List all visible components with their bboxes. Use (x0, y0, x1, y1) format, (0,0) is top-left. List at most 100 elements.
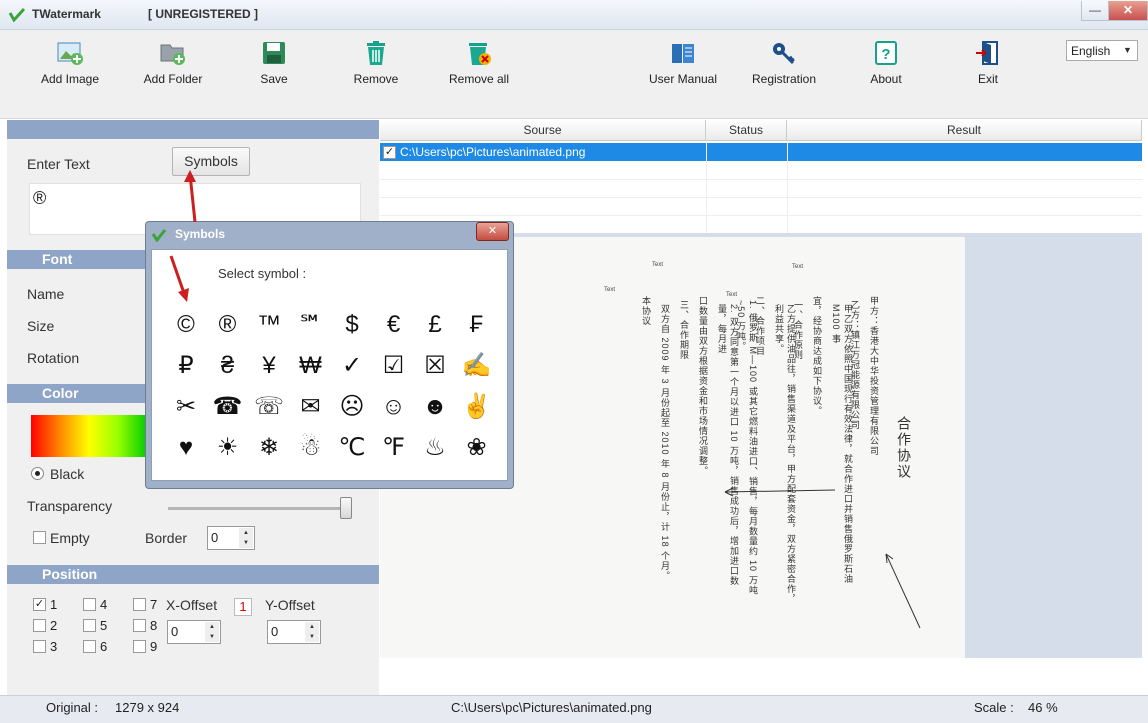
symbol-option[interactable]: ☑ (374, 348, 414, 384)
symbol-option[interactable]: ♥ (166, 430, 206, 466)
user-manual-button[interactable]: User Manual (638, 40, 728, 100)
symbol-option[interactable]: ☺ (374, 389, 414, 425)
column-header-status[interactable]: Status (706, 120, 787, 141)
watermark-text-mark: Text (792, 264, 804, 270)
black-radio[interactable] (31, 467, 44, 480)
original-size: 1279 x 924 (115, 700, 180, 715)
symbol-option[interactable]: ☒ (415, 348, 455, 384)
stepper-up-icon[interactable]: ▲ (205, 622, 219, 632)
registration-status: [ UNREGISTERED ] (148, 7, 259, 21)
symbol-option[interactable]: ₽ (166, 348, 206, 384)
trash-icon (367, 41, 385, 65)
position-checkbox-1[interactable]: ✓ (33, 598, 46, 611)
column-header-result[interactable]: Result (787, 120, 1142, 141)
column-divider (787, 143, 788, 233)
stepper-down-icon[interactable]: ▼ (305, 632, 319, 642)
document-text-line: 三、合作期限 (679, 300, 689, 360)
add-folder-button[interactable]: Add Folder (128, 40, 218, 100)
minimize-button[interactable]: — (1081, 1, 1109, 21)
symbol-option[interactable]: ☻ (415, 389, 455, 425)
symbol-option[interactable]: ☀ (208, 430, 248, 466)
symbol-option[interactable]: ₣ (457, 307, 497, 343)
symbol-option[interactable]: ¥ (249, 348, 289, 384)
color-gradient-picker[interactable] (31, 415, 147, 457)
text-section-header (7, 120, 379, 139)
stepper-up-icon[interactable]: ▲ (305, 622, 319, 632)
add-image-label: Add Image (40, 72, 100, 86)
symbol-option[interactable]: ✌ (457, 389, 497, 425)
remove-button[interactable]: Remove (331, 40, 421, 100)
app-title: TWatermark (32, 7, 101, 21)
registration-button[interactable]: Registration (739, 40, 829, 100)
select-symbol-prompt: Select symbol : (218, 266, 307, 281)
position-checkbox-3[interactable] (33, 640, 46, 653)
close-window-button[interactable]: ✕ (1108, 1, 1148, 21)
save-button[interactable]: Save (229, 40, 319, 100)
symbol-option[interactable]: ₩ (291, 348, 331, 384)
row-checkbox[interactable]: ✓ (383, 146, 396, 159)
font-name-label: Name (27, 286, 65, 302)
position-checkbox-2[interactable] (33, 619, 46, 632)
symbol-option[interactable]: ☎ (208, 389, 248, 425)
exit-door-icon (976, 41, 998, 65)
symbols-button[interactable]: Symbols (172, 147, 250, 176)
symbol-option[interactable]: ✓ (332, 348, 372, 384)
symbol-option[interactable]: £ (415, 307, 455, 343)
symbol-option[interactable]: ™ (249, 307, 289, 343)
position-checkbox-7[interactable] (133, 598, 146, 611)
symbol-option[interactable]: € (374, 307, 414, 343)
position-label: 6 (100, 639, 108, 654)
symbol-option[interactable]: ₴ (208, 348, 248, 384)
registration-label: Registration (751, 72, 817, 86)
exit-button[interactable]: Exit (943, 40, 1033, 100)
column-header-source[interactable]: Sourse (380, 120, 706, 141)
position-checkbox-9[interactable] (133, 640, 146, 653)
x-offset-stepper[interactable]: 0 ▲ ▼ (167, 620, 221, 644)
position-checkbox-8[interactable] (133, 619, 146, 632)
position-label: 8 (150, 618, 158, 633)
symbol-option[interactable]: ❀ (457, 430, 497, 466)
about-button[interactable]: ? About (841, 40, 931, 100)
position-checkbox-6[interactable] (83, 640, 96, 653)
empty-label: Empty (50, 530, 90, 546)
symbol-option[interactable]: ✍ (457, 348, 497, 384)
grid-line (380, 179, 1142, 180)
transparency-slider-thumb[interactable] (340, 497, 353, 519)
position-checkbox-4[interactable] (83, 598, 96, 611)
y-offset-stepper[interactable]: 0 ▲ ▼ (267, 620, 321, 644)
symbol-option[interactable]: © (166, 307, 206, 343)
position-label: 5 (100, 618, 108, 633)
symbol-option[interactable]: ☹ (332, 389, 372, 425)
border-stepper[interactable]: 0 ▲ ▼ (207, 526, 255, 550)
symbol-option[interactable]: ❄ (249, 430, 289, 466)
remove-all-button[interactable]: Remove all (434, 40, 524, 100)
empty-checkbox[interactable] (33, 531, 46, 544)
stepper-down-icon[interactable]: ▼ (239, 538, 253, 548)
y-offset-value: 0 (271, 624, 279, 639)
border-value: 0 (211, 530, 219, 545)
symbol-option[interactable]: ℉ (374, 430, 414, 466)
symbol-option[interactable]: ✂ (166, 389, 206, 425)
add-image-button[interactable]: Add Image (25, 40, 115, 100)
help-icon: ? (875, 41, 897, 65)
symbol-option[interactable]: ☃ (291, 430, 331, 466)
symbol-option[interactable]: ♨ (415, 430, 455, 466)
watermark-text-mark: Text (726, 292, 738, 298)
symbol-option[interactable]: $ (332, 307, 372, 343)
symbol-option[interactable]: ℃ (332, 430, 372, 466)
add-folder-icon (160, 44, 185, 65)
stepper-up-icon[interactable]: ▲ (239, 528, 253, 538)
symbol-option[interactable]: ® (208, 307, 248, 343)
position-checkbox-5[interactable] (83, 619, 96, 632)
close-dialog-button[interactable]: ✕ (476, 222, 509, 241)
position-label: 9 (150, 639, 158, 654)
symbol-option[interactable]: ℠ (291, 307, 331, 343)
chevron-down-icon[interactable]: ▼ (1118, 41, 1137, 60)
transparency-slider-track[interactable] (168, 507, 350, 510)
rotation-label: Rotation (27, 350, 80, 366)
symbol-option[interactable]: ✉ (291, 389, 331, 425)
transparency-label: Transparency (27, 498, 113, 514)
stepper-down-icon[interactable]: ▼ (205, 632, 219, 642)
exit-label: Exit (977, 72, 998, 86)
symbol-option[interactable]: ☏ (249, 389, 289, 425)
